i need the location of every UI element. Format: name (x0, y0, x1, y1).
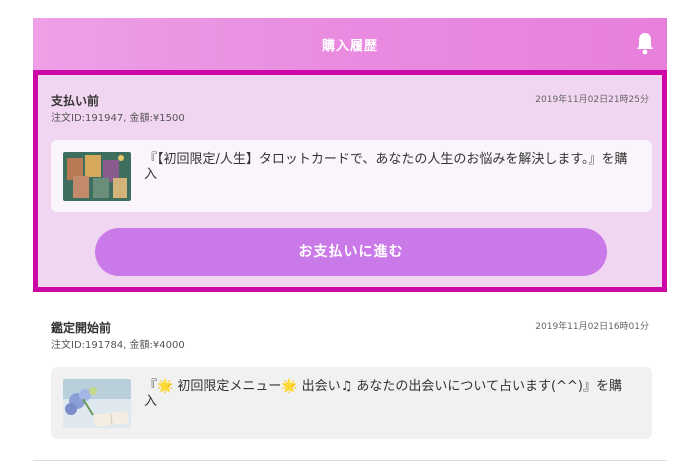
purchased-item[interactable]: 『🌟 初回限定メニュー🌟 出会い♫ あなたの出会いについて占います(^^)』を購… (51, 367, 652, 439)
tarot-cards-thumbnail (63, 152, 131, 201)
order-meta: 注文ID:191784, 金額:¥4000 (51, 340, 185, 351)
order-date: 2019年11月02日16時01分 (535, 322, 649, 332)
proceed-to-payment-button[interactable]: お支払いに進む (95, 228, 607, 276)
order-meta: 注文ID:191947, 金額:¥1500 (51, 113, 185, 124)
order-card[interactable]: 支払い前 注文ID:191947, 金額:¥1500 2019年11月02日21… (33, 70, 667, 292)
order-card[interactable]: 鑑定開始前 注文ID:191784, 金額:¥4000 2019年11月02日1… (33, 302, 667, 462)
purchased-item[interactable]: 『【初回限定/人生】タロットカードで、あなたの人生のお悩みを解決します。』を購入 (51, 140, 652, 212)
divider (33, 460, 667, 461)
order-status: 支払い前 (51, 94, 100, 108)
bell-icon[interactable] (635, 31, 655, 55)
header-bar: 購入履歴 (33, 18, 667, 70)
page-title: 購入履歴 (321, 39, 378, 54)
item-description: 『🌟 初回限定メニュー🌟 出会い♫ あなたの出会いについて占います(^^)』を購… (144, 379, 622, 409)
order-status: 鑑定開始前 (51, 321, 112, 335)
flowers-book-thumbnail (63, 379, 131, 428)
item-description: 『【初回限定/人生】タロットカードで、あなたの人生のお悩みを解決します。』を購入 (144, 152, 628, 182)
purchase-history-screen: 購入履歴 支払い前 注文ID:191947, 金額:¥1500 2019年11月… (33, 18, 667, 473)
order-date: 2019年11月02日21時25分 (535, 95, 649, 105)
